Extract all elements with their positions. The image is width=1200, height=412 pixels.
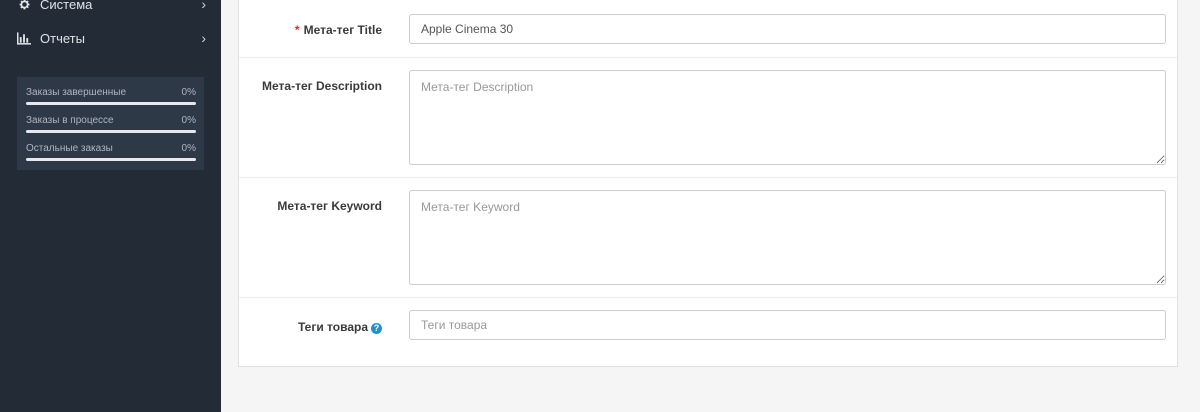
- chevron-right-icon: ›: [201, 30, 206, 46]
- meta-keyword-textarea[interactable]: [409, 190, 1166, 285]
- stat-processing-orders: Заказы в процессе 0%: [26, 115, 196, 133]
- product-seo-form: *Мета-тег Title Мета-тег Description Мет…: [238, 0, 1178, 367]
- gear-icon: [17, 0, 31, 11]
- stat-other-orders: Остальные заказы 0%: [26, 143, 196, 161]
- chevron-right-icon: ›: [201, 0, 206, 12]
- sidebar-item-label: Отчеты: [40, 30, 85, 46]
- meta-description-label: Мета-тег Description: [262, 79, 382, 93]
- stat-label: Заказы завершенные: [26, 87, 127, 98]
- order-stats-panel: Заказы завершенные 0% Заказы в процессе …: [17, 77, 204, 170]
- meta-description-textarea[interactable]: [409, 70, 1166, 165]
- meta-title-input[interactable]: [409, 14, 1166, 44]
- meta-title-label: * Мета-тег Title: [294, 23, 382, 37]
- progress-bar: [26, 158, 196, 161]
- stat-label: Остальные заказы: [26, 143, 113, 154]
- help-icon[interactable]: ?: [371, 323, 382, 334]
- form-row-meta-keyword: Мета-тег Keyword: [239, 178, 1177, 298]
- sidebar: Система › Отчеты › Заказы завершенные 0%…: [0, 0, 221, 412]
- form-row-meta-title: * Мета-тег Title: [239, 0, 1177, 58]
- form-row-product-tags: Теги товара?: [239, 298, 1177, 366]
- stat-completed-orders: Заказы завершенные 0%: [26, 87, 196, 105]
- product-tags-input[interactable]: [409, 310, 1166, 340]
- progress-bar: [26, 102, 196, 105]
- stat-label: Заказы в процессе: [26, 115, 114, 126]
- bar-chart-icon: [17, 31, 31, 45]
- sidebar-item-reports[interactable]: Отчеты ›: [0, 25, 221, 51]
- sidebar-item-label: Система: [40, 0, 93, 12]
- stat-value: 0%: [181, 87, 196, 98]
- meta-keyword-label: Мета-тег Keyword: [277, 199, 382, 213]
- product-tags-label: Теги товара?: [298, 320, 382, 334]
- form-row-meta-description: Мета-тег Description: [239, 58, 1177, 178]
- stat-value: 0%: [181, 115, 196, 126]
- progress-bar: [26, 130, 196, 133]
- required-mark: *: [294, 23, 300, 37]
- stat-value: 0%: [181, 143, 196, 154]
- sidebar-item-system[interactable]: Система ›: [0, 0, 221, 17]
